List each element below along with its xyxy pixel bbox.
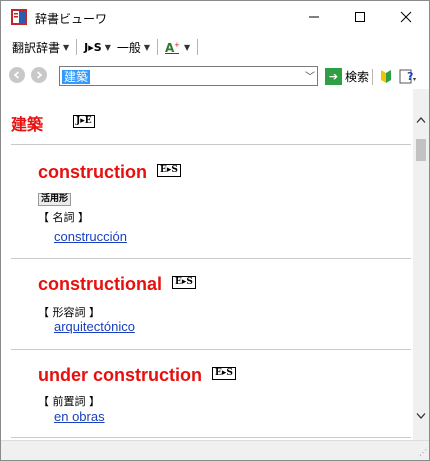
forward-button[interactable] [31, 67, 47, 83]
menu-divider [157, 39, 159, 55]
close-button[interactable] [383, 1, 429, 33]
dictionary-viewer-window: 辞書ビューワ 翻訳辞書 ▼ J▸S ▼ 一般 ▼ A + ▼ 建築 ﹀ ➔ 検索… [0, 0, 430, 461]
translation-link[interactable]: en obras [54, 409, 105, 424]
search-bar: 建築 ﹀ ➔ 検索 ? ▾ [1, 61, 429, 89]
chevron-down-icon: ▼ [184, 42, 191, 52]
menu-divider [197, 39, 199, 55]
headword: 建築 [11, 115, 44, 134]
dictionary-menu[interactable]: 翻訳辞書 ▼ [9, 36, 72, 58]
scroll-thumb[interactable] [416, 139, 426, 161]
maximize-icon [355, 12, 365, 22]
help-icon[interactable]: ? ▾ [399, 67, 417, 85]
inflection-tag[interactable]: 活用形 [38, 193, 72, 206]
part-of-speech: 【 形容詞 】 [38, 306, 100, 319]
minimize-button[interactable] [291, 1, 337, 33]
search-input[interactable]: 建築 ﹀ [59, 66, 318, 86]
divider [11, 144, 411, 145]
entry-title: construction E▸S [38, 162, 181, 183]
dictionary-badge: E▸S [212, 366, 236, 380]
translation-link[interactable]: construcción [54, 229, 127, 244]
close-icon [400, 11, 412, 23]
search-query: 建築 [62, 70, 91, 84]
dictionary-menu-label: 翻訳辞書 [12, 40, 61, 55]
svg-text:▾: ▾ [413, 76, 416, 83]
dictionary-badge: J▸E [73, 115, 95, 128]
language-pair-label: J▸S [84, 40, 102, 54]
search-button[interactable]: ➔ 検索 [325, 66, 369, 86]
resize-grip-icon[interactable]: ⋰ [419, 448, 427, 457]
window-title: 辞書ビューワ [35, 12, 108, 26]
chevron-down-icon[interactable]: ﹀ [305, 68, 315, 83]
mode-menu[interactable]: 一般 ▼ [114, 36, 153, 58]
divider [11, 437, 411, 438]
font-size-menu[interactable]: A + ▼ [162, 36, 193, 58]
divider [11, 349, 411, 350]
svg-text:+: + [174, 41, 180, 49]
menu-bar: 翻訳辞書 ▼ J▸S ▼ 一般 ▼ A + ▼ [1, 33, 429, 61]
language-pair-menu[interactable]: J▸S ▼ [81, 36, 114, 58]
part-of-speech: 【 名詞 】 [38, 211, 89, 224]
part-of-speech: 【 前置詞 】 [38, 395, 100, 408]
app-icon [11, 9, 27, 25]
minimize-icon [309, 16, 319, 18]
back-arrow-icon [13, 71, 20, 79]
title-bar[interactable]: 辞書ビューワ [1, 1, 429, 33]
chevron-down-icon: ▼ [63, 42, 70, 52]
forward-arrow-icon [36, 71, 43, 79]
scroll-up-button[interactable] [413, 113, 429, 127]
scroll-down-button[interactable] [413, 409, 429, 423]
dictionary-content: 建築 J▸E construction E▸S 活用形 【 名詞 】 constr… [1, 89, 413, 440]
dictionary-badge: E▸S [172, 275, 196, 289]
entry-word: constructional [38, 274, 163, 294]
status-bar: ⋰ [1, 440, 429, 460]
entry-title: constructional E▸S [38, 274, 196, 295]
translation-link[interactable]: arquitectónico [54, 319, 135, 334]
back-button[interactable] [9, 67, 25, 83]
divider [11, 258, 411, 259]
arrow-right-icon: ➔ [325, 67, 342, 85]
beginner-mark-icon[interactable] [380, 69, 392, 84]
entry-word: construction [38, 162, 148, 182]
chevron-down-icon: ▼ [143, 42, 151, 52]
dictionary-badge: E▸S [157, 163, 181, 177]
maximize-button[interactable] [337, 1, 383, 33]
font-size-icon: A + [165, 41, 180, 54]
toolbar-divider [372, 69, 373, 85]
chevron-up-icon [416, 117, 426, 123]
mode-label: 一般 [116, 40, 141, 55]
search-button-label: 検索 [345, 69, 370, 84]
menu-divider [76, 39, 78, 55]
chevron-down-icon [416, 413, 426, 419]
entry-word: under construction [38, 365, 203, 385]
entry-title: under construction E▸S [38, 365, 236, 386]
chevron-down-icon: ▼ [104, 42, 111, 52]
vertical-scrollbar[interactable] [413, 89, 429, 440]
